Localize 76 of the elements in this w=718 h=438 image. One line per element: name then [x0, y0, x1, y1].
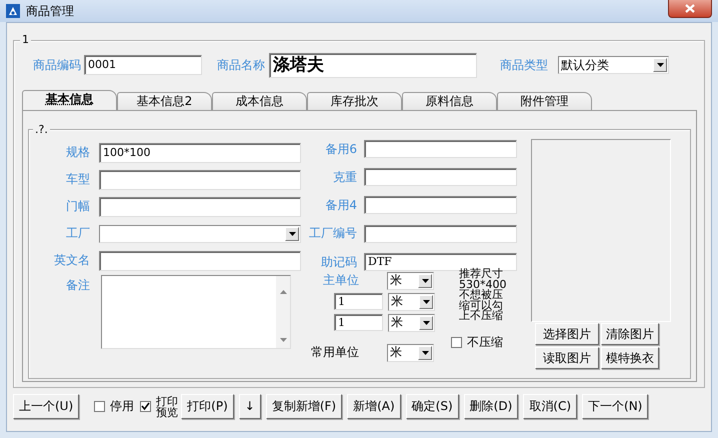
close-button[interactable] [668, 0, 712, 18]
field-label: 商品类型 [500, 56, 548, 74]
input-field[interactable] [364, 168, 517, 186]
dropdown[interactable]: 米 [387, 344, 434, 362]
input-field[interactable] [364, 224, 517, 242]
dropdown[interactable]: 米 [388, 314, 435, 332]
button[interactable]: 取消(C) [523, 394, 578, 419]
field-label: 备注 [65, 277, 90, 294]
button[interactable]: 读取图片 [535, 347, 599, 369]
dropdown[interactable]: 默认分类 [558, 56, 669, 74]
checkbox-label: 不压缩 [467, 334, 503, 350]
caret-icon [419, 294, 433, 308]
button[interactable]: 选择图片 [535, 323, 599, 345]
field-label: 备用4 [324, 196, 357, 214]
scroll-down-icon[interactable] [280, 338, 286, 342]
field-label: 商品编码 [33, 56, 81, 74]
field-label: 工厂编号 [308, 225, 357, 242]
checkbox-label: 打印预览 [156, 396, 178, 418]
field-label: 工厂 [65, 225, 90, 242]
button[interactable]: 下一个(N) [582, 394, 648, 419]
caret-icon [653, 58, 667, 72]
field-label: 主单位 [322, 272, 359, 289]
tab[interactable]: 基本信息2 [117, 92, 212, 110]
group-label: 1 [20, 33, 31, 46]
scroll-up-icon[interactable] [280, 290, 286, 294]
button[interactable]: 复制新增(F) [266, 394, 342, 419]
button[interactable]: 清除图片 [601, 323, 659, 345]
field-label: 车型 [65, 171, 90, 188]
window-title: 商品管理 [26, 2, 74, 20]
field-label: 助记码 [320, 254, 357, 270]
button[interactable]: 打印(P) [181, 394, 234, 419]
hint-text: 推荐尺寸530*400不想被压缩可以勾上不压缩 [459, 269, 508, 322]
text-area[interactable] [101, 275, 291, 349]
input-field[interactable]: 1 [334, 293, 383, 310]
app-icon [6, 4, 20, 18]
input-field[interactable]: 1 [334, 314, 383, 331]
button[interactable]: 上一个(U) [13, 394, 80, 419]
input-field[interactable] [364, 196, 517, 214]
tab[interactable]: 成本信息 [212, 92, 307, 110]
dropdown[interactable]: 米 [387, 272, 434, 290]
button[interactable]: 确定(S) [406, 394, 459, 419]
checkbox[interactable] [451, 336, 462, 348]
field-label: 规格 [65, 144, 90, 161]
tab[interactable]: 原料信息 [402, 92, 497, 110]
field-label: 商品名称 [217, 56, 265, 74]
button[interactable]: 新增(A) [347, 394, 401, 419]
checkbox-label: 停用 [110, 398, 134, 415]
input-field[interactable]: 100*100 [99, 142, 301, 162]
field-label: 门幅 [65, 198, 90, 215]
caret-icon [418, 346, 432, 360]
input-field[interactable] [99, 250, 301, 270]
tab[interactable]: 基本信息 [22, 90, 117, 110]
input-field[interactable] [99, 196, 301, 216]
button[interactable]: 删除(D) [464, 394, 518, 419]
field-label: 常用单位 [310, 344, 359, 361]
button[interactable]: ↓ [238, 394, 261, 419]
tab[interactable]: 库存批次 [307, 92, 402, 110]
dropdown[interactable]: 米 [388, 292, 435, 310]
field-label: 英文名 [53, 252, 90, 269]
input-field[interactable] [364, 140, 517, 158]
input-field[interactable]: 0001 [84, 55, 202, 75]
button[interactable]: 模特换衣 [601, 347, 659, 369]
caret-icon [419, 316, 433, 330]
close-icon [685, 4, 695, 13]
checkbox[interactable] [94, 401, 106, 412]
caret-icon [418, 274, 432, 288]
tab[interactable]: 附件管理 [497, 92, 592, 110]
group-label: .?. [33, 123, 50, 136]
checkbox[interactable] [140, 401, 152, 412]
dropdown[interactable] [99, 224, 301, 242]
scrollbar[interactable] [276, 276, 290, 348]
field-label: 备用6 [324, 140, 357, 158]
input-field[interactable] [99, 170, 301, 190]
field-label: 克重 [332, 168, 357, 186]
input-field[interactable]: 涤塔夫 [269, 52, 477, 78]
caret-icon [285, 226, 299, 240]
